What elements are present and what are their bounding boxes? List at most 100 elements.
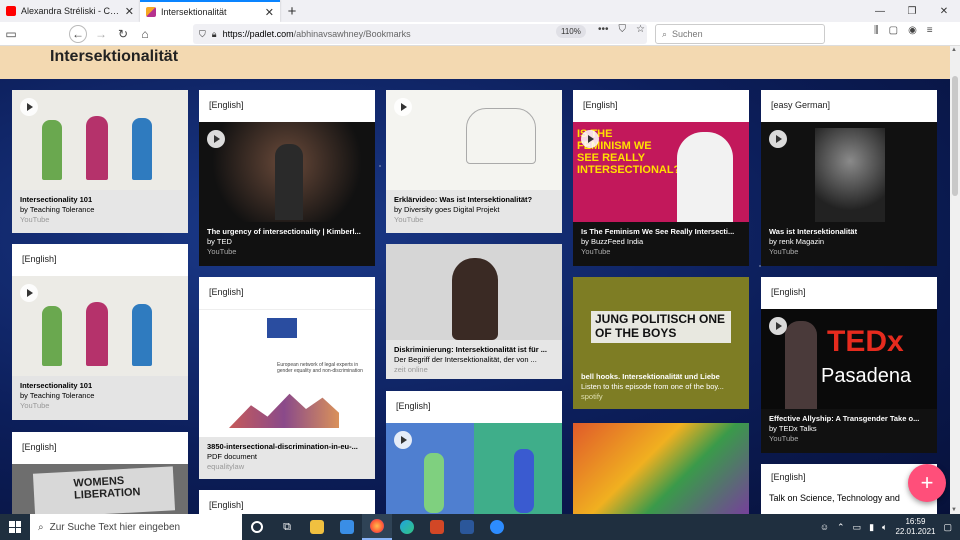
card-title: Effective Allyship: A Transgender Take o… [769,414,920,423]
clock-date: 22.01.2021 [895,527,936,536]
battery-icon[interactable]: ▮ [869,522,874,533]
card-thumbnail: European network of legal experts in gen… [199,309,375,437]
taskbar-search-placeholder: Zur Suche Text hier eingeben [49,521,181,533]
reader-icon[interactable]: ▢ [889,25,898,36]
card-effective-allyship-tedx[interactable]: [English] TEDx Pasadena Effective Allysh… [761,277,937,453]
notifications-icon[interactable]: ▢ [943,522,952,533]
window-controls: — ❐ ✕ [864,0,960,22]
add-post-button[interactable]: + [908,464,946,502]
library-icon[interactable]: ⫼ [874,25,879,36]
close-icon[interactable]: ✕ [125,5,134,18]
card-thumbnail [573,423,749,514]
card-feminism-intersectional[interactable]: [English] IS THE FEMINISM WE SEE REALLY … [573,90,749,266]
mail-icon[interactable] [332,514,362,540]
tab-intersektionalitat[interactable]: Intersektionalität ✕ [140,0,280,22]
card-byline: by Teaching Tolerance [20,205,95,215]
card-intersectionality-101[interactable]: Intersectionality 101 by Teaching Tolera… [12,90,188,233]
card-label: [English] [199,277,375,309]
card-source: YouTube [20,401,50,411]
card-urgency-of-intersectionality[interactable]: [English] The urgency of intersectionali… [199,90,375,266]
forward-button[interactable]: → [90,24,112,44]
sketch-illustration [466,108,536,164]
card-title: The urgency of intersectionality | Kimbe… [207,227,361,236]
card-title: Talk on Science, Technology and [769,493,900,503]
card-thumbnail [761,122,937,222]
page-scrollbar[interactable]: ▲ ▼ [950,46,960,514]
search-input[interactable]: ⌕ Suchen [655,24,825,44]
reload-button[interactable]: ↻ [112,24,134,44]
volume-icon[interactable]: 🔈︎ [882,522,887,533]
play-icon[interactable] [769,130,787,148]
card-eu-discrimination-pdf[interactable]: [English] European network of legal expe… [199,277,375,479]
card-bell-hooks-spotify[interactable]: JUNG POLITISCH ONE OF THE BOYS bell hook… [573,277,749,409]
card-thumbnail [12,276,188,376]
powerpoint-icon[interactable] [422,514,452,540]
tray-chevron-icon[interactable]: ⌃ [837,522,845,533]
word-icon[interactable] [452,514,482,540]
card-english-partial[interactable]: [English] [199,490,375,514]
card-title: bell hooks. Intersektionalität und Liebe [581,372,720,381]
card-source: YouTube [394,215,424,225]
play-icon[interactable] [394,98,412,116]
back-button[interactable]: ← [69,24,87,43]
tab-label: Alexandra Stréliski - Changing [21,6,120,16]
network-icon[interactable]: ▭ [853,522,862,533]
card-source: equalitylaw [207,462,245,472]
people-icon[interactable]: ☺ [820,522,829,532]
lock-icon: 🔒︎ [211,28,217,39]
play-icon[interactable] [20,284,38,302]
portrait-figure [452,258,498,340]
close-icon[interactable]: ✕ [265,6,274,19]
close-window-icon[interactable]: ✕ [928,0,960,22]
play-icon[interactable] [394,431,412,449]
minimize-icon[interactable]: — [864,0,896,22]
podcast-cover-text: JUNG POLITISCH ONE OF THE BOYS [591,311,731,343]
account-icon[interactable]: ◉ [908,25,917,36]
play-icon[interactable] [581,130,599,148]
scroll-up-icon[interactable]: ▲ [951,47,957,53]
play-icon[interactable] [20,98,38,116]
task-view-icon[interactable]: ⧉ [272,514,302,540]
card-label: [easy German] [761,90,937,122]
taskbar-clock[interactable]: 16:59 22.01.2021 [895,517,935,536]
card-source: YouTube [581,247,611,257]
firefox-icon[interactable] [362,514,392,540]
taskbar-search-input[interactable]: ⌕ Zur Suche Text hier eingeben [30,514,242,540]
play-icon[interactable] [769,317,787,335]
tab-youtube[interactable]: Alexandra Stréliski - Changing ✕ [0,0,140,22]
scrollbar-thumb[interactable] [952,76,958,196]
bookmark-star-icon[interactable]: ☆ [636,24,645,35]
eu-flag-icon [267,318,297,338]
card-diskriminierung-zeit[interactable]: Diskriminierung: Intersektionalität ist … [386,244,562,379]
new-tab-button[interactable]: + [280,0,304,22]
padlet-icon [146,7,156,17]
padlet-header: Intersektionalität [0,46,950,79]
zoom-level[interactable]: 110% [556,25,586,38]
cortana-icon[interactable] [242,514,272,540]
card-english-animation[interactable]: [English] [386,391,562,514]
more-icon[interactable]: ••• [598,24,609,35]
shield-icon: ⛉ [199,28,206,39]
menu-icon[interactable]: ≡ [927,25,933,36]
restore-icon[interactable]: ❐ [896,0,928,22]
edge-icon[interactable] [392,514,422,540]
youtube-icon [6,6,16,16]
card-erklaervideo[interactable]: Erklärvideo: Was ist Intersektionalität?… [386,90,562,233]
speaker-silhouette [275,144,303,220]
figure-illustration [514,449,534,513]
card-title: Diskriminierung: Intersektionalität ist … [394,345,547,354]
card-label: [English] [22,442,57,452]
sidebar-icon[interactable]: ▭ [0,24,22,44]
card-byline: by Teaching Tolerance [20,391,95,401]
play-icon[interactable] [207,130,225,148]
file-explorer-icon[interactable] [302,514,332,540]
home-icon[interactable]: ⌂ [134,24,156,44]
card-food-image[interactable] [573,423,749,514]
start-button[interactable] [0,514,30,540]
pocket-icon[interactable]: ⛉ [619,24,627,35]
card-was-ist-intersektionalitat[interactable]: [easy German] Was ist Intersektionalität… [761,90,937,266]
card-intersectionality-101-english[interactable]: [English] Intersectionality 101 by Teach… [12,244,188,420]
card-womens-liberation[interactable]: [English] WOMENS LIBERATION [12,432,188,514]
scroll-down-icon[interactable]: ▼ [951,507,957,513]
zoom-icon[interactable] [482,514,512,540]
